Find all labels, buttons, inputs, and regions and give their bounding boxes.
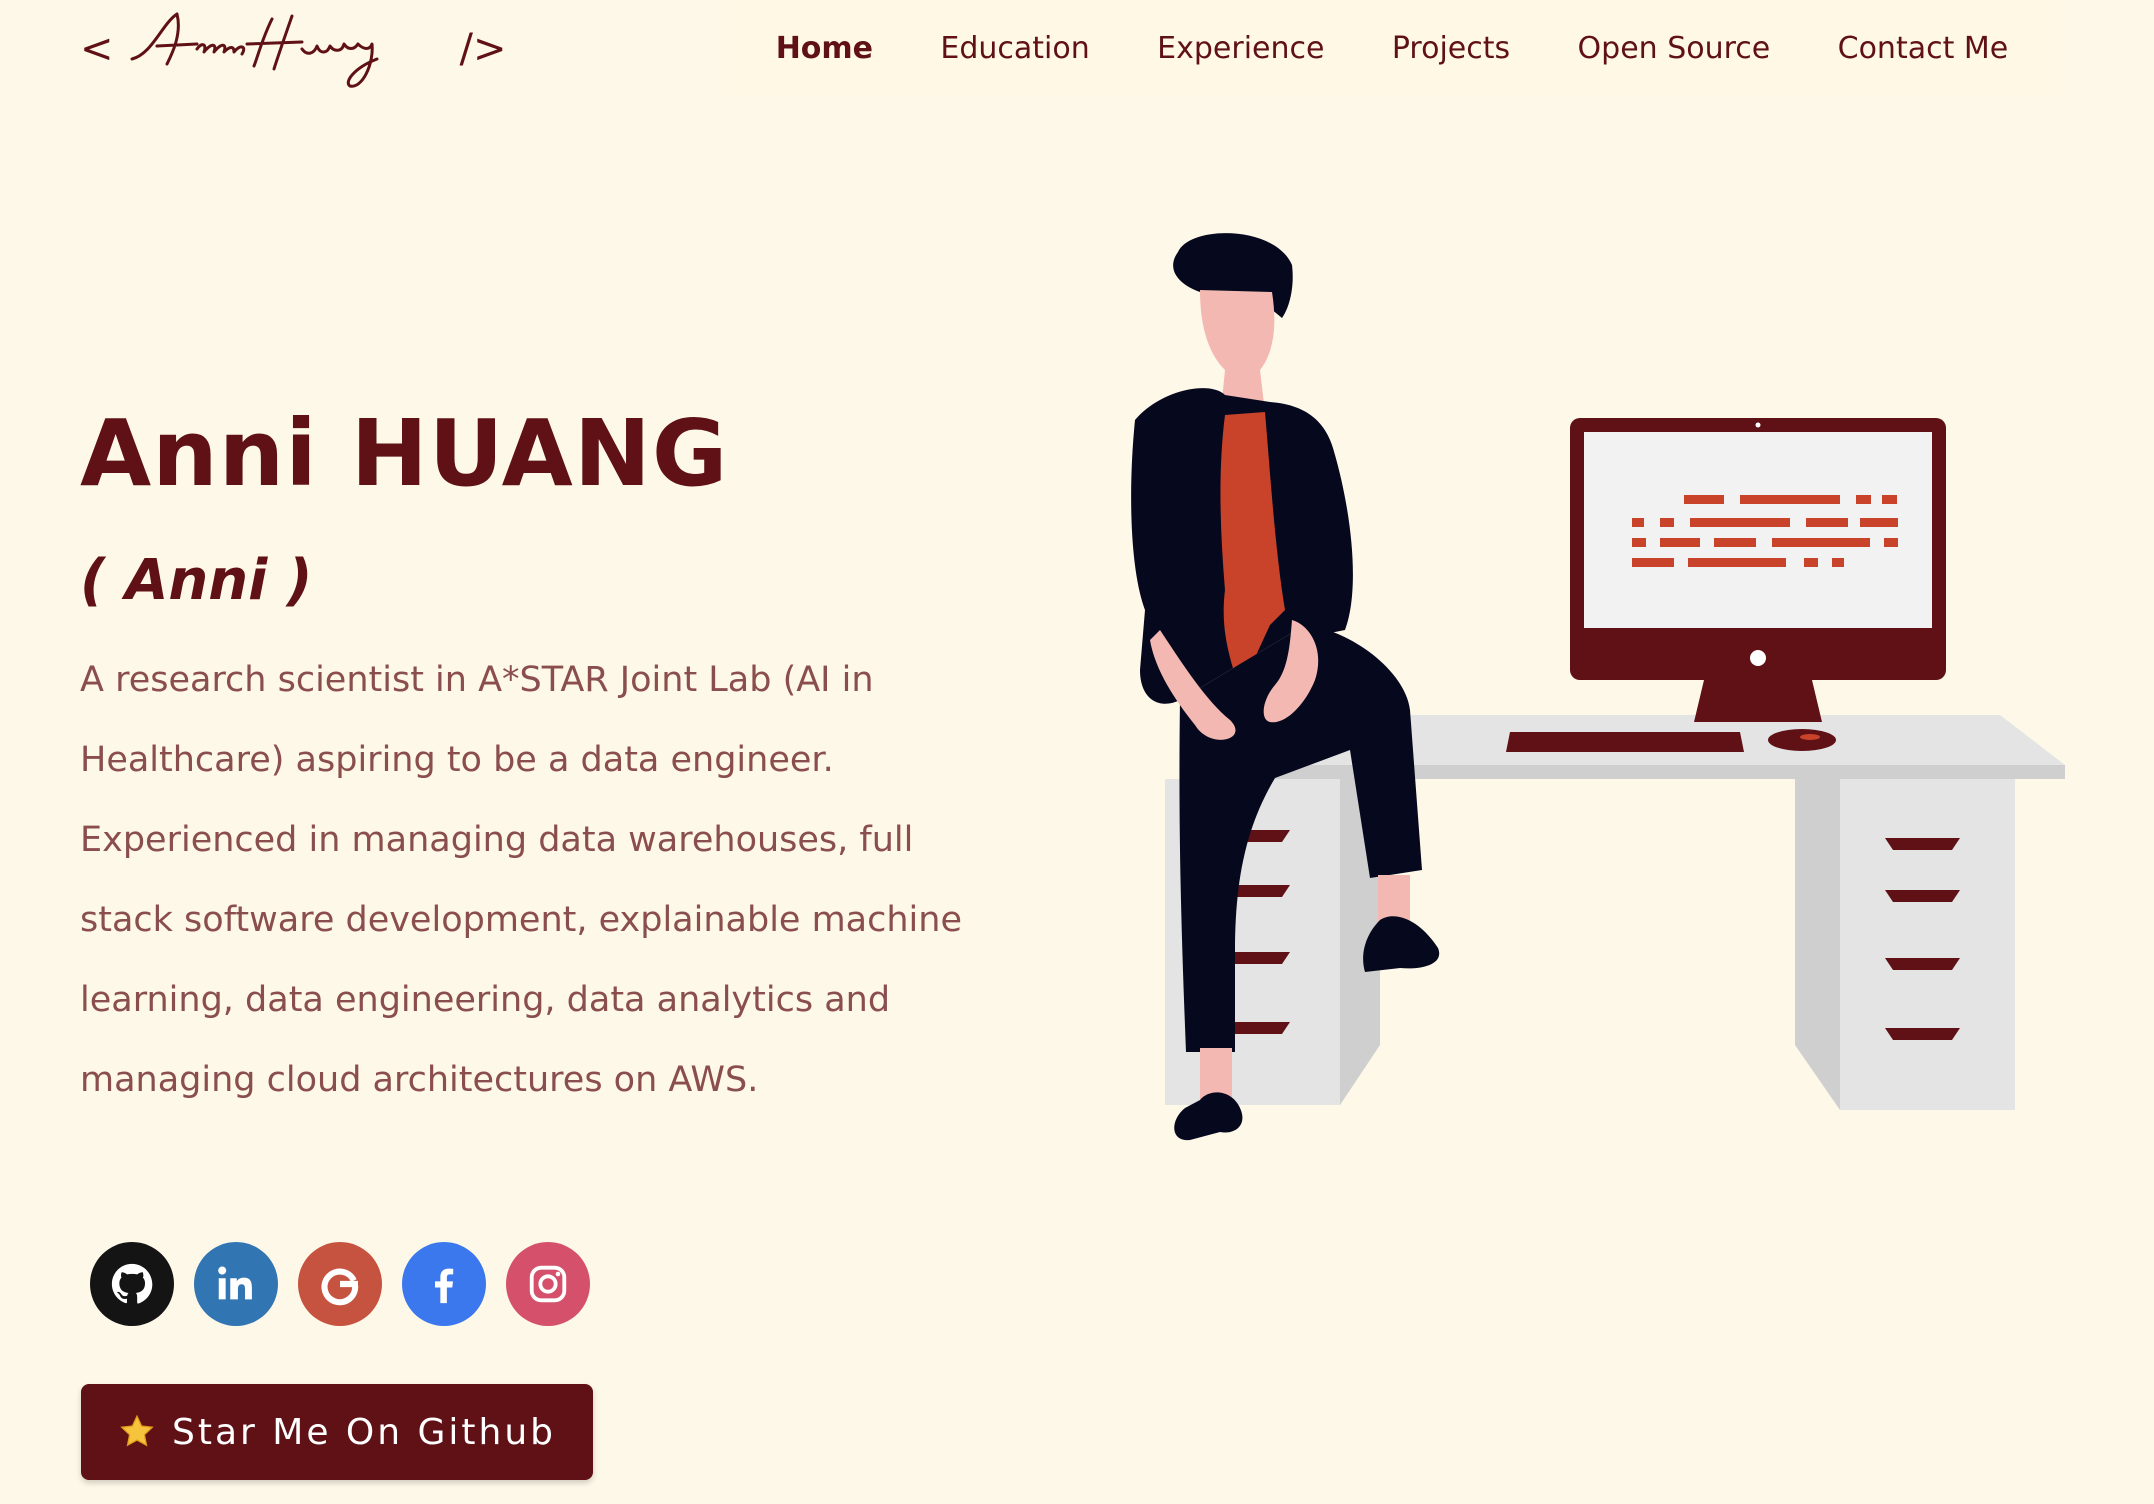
nav-projects[interactable]: Projects	[1392, 31, 1510, 66]
github-link[interactable]	[90, 1242, 174, 1326]
page: < /> Home Education Experience Projects …	[0, 0, 2154, 1504]
monitor	[1570, 418, 1946, 722]
nav-education[interactable]: Education	[940, 31, 1089, 66]
star-icon	[120, 1414, 154, 1447]
social-links	[90, 1242, 590, 1326]
star-button-label: Star Me On Github	[171, 1411, 557, 1453]
linkedin-icon	[218, 1266, 252, 1300]
signature-logo	[130, 12, 379, 88]
desk	[1165, 715, 2065, 1110]
instagram-icon	[529, 1265, 567, 1303]
main-nav: Home Education Experience Projects Open …	[722, 0, 2062, 96]
logo-close-bracket: />	[459, 26, 507, 72]
google-icon	[321, 1268, 359, 1306]
facebook-icon	[434, 1268, 454, 1304]
instagram-link[interactable]	[506, 1242, 590, 1326]
hero-name: Anni HUANG	[80, 400, 729, 507]
mouse	[1768, 729, 1836, 751]
linkedin-link[interactable]	[194, 1242, 278, 1326]
nav-home[interactable]: Home	[776, 31, 873, 66]
nav-experience[interactable]: Experience	[1157, 31, 1324, 66]
github-icon	[111, 1263, 153, 1304]
developer-illustration	[1131, 233, 2065, 1141]
keyboard	[1506, 732, 1744, 752]
star-on-github-button[interactable]: Star Me On Github	[81, 1384, 593, 1480]
nav-contact-me[interactable]: Contact Me	[1838, 31, 2009, 66]
facebook-link[interactable]	[402, 1242, 486, 1326]
hero-nickname: ( Anni )	[80, 548, 313, 613]
logo-open-bracket: <	[80, 26, 114, 72]
hero-description: A research scientist in A*STAR Joint Lab…	[80, 660, 962, 1100]
nav-open-source[interactable]: Open Source	[1578, 31, 1771, 66]
site-logo[interactable]: < />	[80, 12, 507, 88]
google-link[interactable]	[298, 1242, 382, 1326]
